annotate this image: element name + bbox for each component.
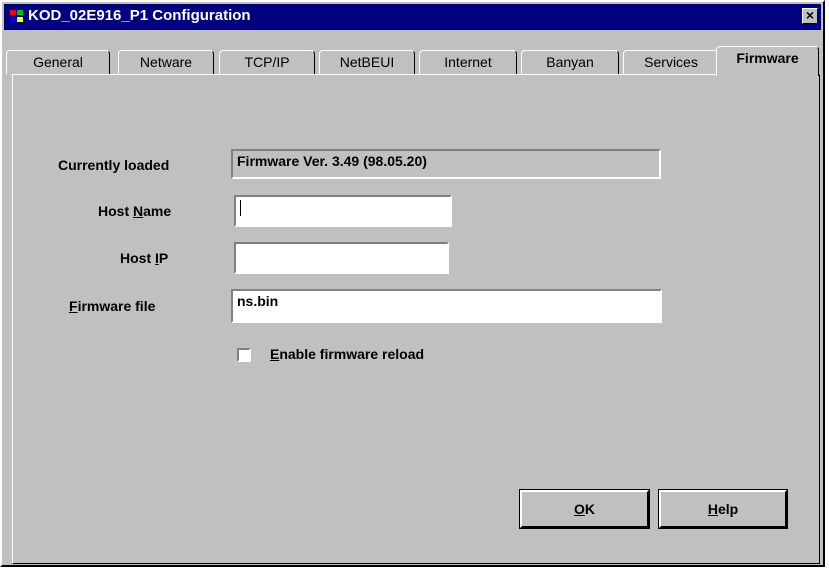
enable-reload-checkbox[interactable]: [237, 348, 251, 362]
firmware-file-input[interactable]: ns.bin: [231, 289, 662, 323]
configuration-window: KOD_02E916_P1 Configuration × General Ne…: [0, 0, 825, 567]
currently-loaded-label: Currently loaded: [58, 157, 170, 173]
window-title: KOD_02E916_P1 Configuration: [28, 7, 251, 24]
close-icon: ×: [805, 7, 815, 23]
help-button[interactable]: Help: [658, 489, 788, 529]
tab-firmware[interactable]: Firmware: [716, 46, 819, 76]
tab-netbeui[interactable]: NetBEUI: [319, 50, 415, 74]
tab-strip: General Netware TCP/IP NetBEUI Internet …: [6, 46, 821, 76]
close-button[interactable]: ×: [802, 8, 818, 24]
tab-general[interactable]: General: [6, 50, 110, 74]
firmware-file-label: Firmware file: [69, 298, 156, 314]
host-name-input[interactable]: [234, 195, 452, 227]
tab-tcpip[interactable]: TCP/IP: [219, 50, 315, 74]
text-caret: [240, 200, 241, 217]
host-ip-input[interactable]: [234, 242, 449, 274]
host-name-label: Host Name: [98, 203, 172, 219]
ok-button[interactable]: OK: [519, 489, 650, 529]
app-icon: [10, 10, 24, 23]
tab-banyan[interactable]: Banyan: [521, 50, 619, 74]
tab-services[interactable]: Services: [623, 50, 719, 74]
host-ip-label: Host IP: [120, 250, 169, 266]
tab-netware[interactable]: Netware: [118, 50, 214, 74]
enable-reload-label[interactable]: Enable firmware reload: [270, 346, 424, 362]
currently-loaded-field: Firmware Ver. 3.49 (98.05.20): [231, 149, 661, 179]
tab-internet[interactable]: Internet: [419, 50, 517, 74]
title-bar[interactable]: KOD_02E916_P1 Configuration ×: [4, 4, 821, 30]
